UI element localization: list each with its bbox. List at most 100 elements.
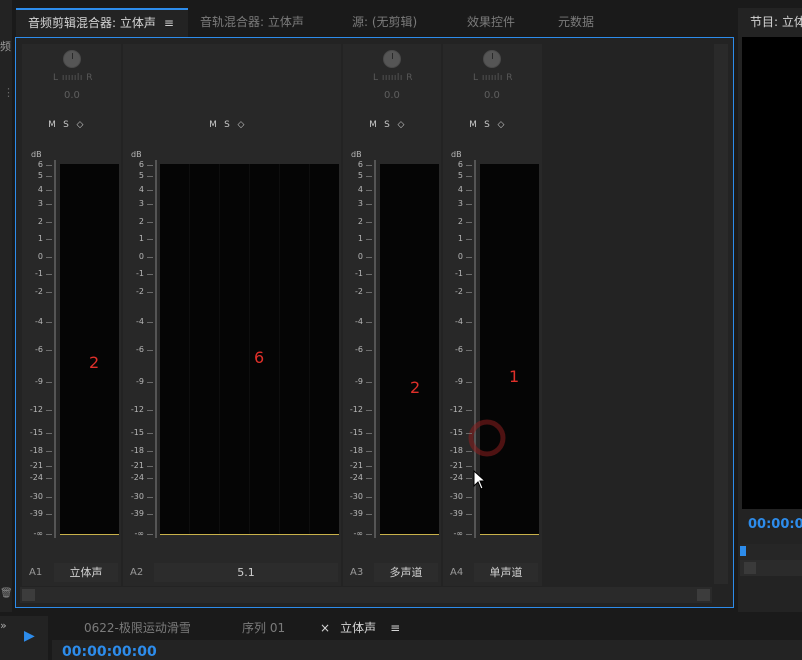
db-scale-label-a1: -15	[29, 428, 43, 437]
scroll-left-cap[interactable]	[22, 589, 35, 601]
db-tick-a2	[147, 466, 153, 467]
db-tick-a3	[366, 190, 372, 191]
db-label-a2: dB	[131, 150, 142, 159]
db-tick-a2	[147, 257, 153, 258]
db-tick-a1	[46, 497, 52, 498]
db-scale-label-a4: 0	[457, 252, 463, 261]
db-tick-a2	[147, 497, 153, 498]
db-tick-a4	[466, 410, 472, 411]
db-scale-label-a3: 2	[357, 217, 363, 226]
track-name-a2: 5.1	[154, 563, 338, 582]
trash-icon[interactable]: 🗑	[0, 588, 13, 599]
program-time-ruler[interactable]	[740, 544, 802, 560]
db-scale-label-a4: -1	[455, 269, 463, 278]
db-scale-label-a4: 6	[457, 160, 463, 169]
left-panel-grip-icon[interactable]: ⋮	[3, 86, 14, 99]
mute-button-a2[interactable]: M	[206, 120, 220, 130]
db-scale-label-a1: -12	[29, 405, 43, 414]
program-video-area	[742, 37, 802, 509]
db-tick-a3	[366, 257, 372, 258]
db-tick-a4	[466, 204, 472, 205]
tab-source[interactable]: 源: (无剪辑)	[352, 8, 417, 37]
fader-track-a3[interactable]	[374, 160, 376, 538]
db-scale-label-a4: -21	[449, 461, 463, 470]
keyframe-button-a1[interactable]: ◇	[73, 120, 87, 130]
tab-metadata[interactable]: 元数据	[558, 8, 594, 37]
timeline-timecode[interactable]: 00:00:00:00	[62, 644, 157, 660]
mute-button-a1[interactable]: M	[45, 120, 59, 130]
tab-effect-controls[interactable]: 效果控件	[467, 8, 515, 37]
tab-audio-clip-mixer[interactable]: 音频剪辑混合器: 立体声 ≡	[16, 8, 188, 37]
db-scale-label-a1: 5	[37, 171, 43, 180]
vertical-scrollbar[interactable]	[714, 44, 728, 584]
program-timecode[interactable]: 00:00:00	[748, 517, 802, 532]
keyframe-button-a3[interactable]: ◇	[394, 120, 408, 130]
close-icon[interactable]: ×	[320, 621, 330, 635]
db-scale-label-a1: 4	[37, 185, 43, 194]
db-scale-label-a2: 0	[138, 252, 144, 261]
annotation-a2: 6	[254, 348, 265, 367]
db-tick-a4	[466, 239, 472, 240]
db-tick-a2	[147, 165, 153, 166]
db-tick-a1	[46, 534, 52, 535]
tab-sequence-01[interactable]: 序列 01	[242, 616, 285, 640]
db-tick-a3	[366, 410, 372, 411]
db-tick-a3	[366, 497, 372, 498]
solo-button-a2[interactable]: S	[220, 120, 234, 130]
mute-button-a3[interactable]: M	[366, 120, 380, 130]
keyframe-button-a4[interactable]: ◇	[494, 120, 508, 130]
db-scale-label-a3: -4	[355, 317, 363, 326]
db-scale-label-a2: -9	[136, 377, 144, 386]
db-label-a4: dB	[451, 150, 462, 159]
db-scale-label-a4: -24	[449, 473, 463, 482]
db-tick-a2	[147, 382, 153, 383]
db-tick-a1	[46, 222, 52, 223]
horizontal-scrollbar[interactable]	[20, 587, 712, 603]
playhead-icon[interactable]	[740, 546, 746, 556]
pan-knob-a1[interactable]	[63, 50, 81, 68]
db-tick-a4	[466, 534, 472, 535]
db-scale-label-a2: 1	[138, 234, 144, 243]
tab-sequence-stereo[interactable]: × 立体声 ≡	[320, 616, 400, 640]
pan-knob-a4[interactable]	[483, 50, 501, 68]
db-scale-label-a1: -24	[29, 473, 43, 482]
solo-button-a4[interactable]: S	[480, 120, 494, 130]
db-tick-a4	[466, 322, 472, 323]
annotation-a3: 2	[410, 378, 421, 397]
db-tick-a1	[46, 204, 52, 205]
scroll-right-cap[interactable]	[697, 589, 710, 601]
db-tick-a3	[366, 350, 372, 351]
db-scale-label-a3: -30	[349, 492, 363, 501]
tab-program-monitor[interactable]: 节目: 立体声	[738, 8, 802, 37]
solo-button-a1[interactable]: S	[59, 120, 73, 130]
selection-tool-icon[interactable]: ▶	[24, 628, 35, 644]
db-scale-label-a4: -4	[455, 317, 463, 326]
db-tick-a1	[46, 433, 52, 434]
keyframe-button-a2[interactable]: ◇	[234, 120, 248, 130]
panel-menu-icon[interactable]: ≡	[390, 621, 400, 635]
db-scale-label-a2: -30	[130, 492, 144, 501]
db-tick-a2	[147, 451, 153, 452]
db-scale-label-a4: 1	[457, 234, 463, 243]
db-scale-label-a2: -6	[136, 345, 144, 354]
db-tick-a4	[466, 466, 472, 467]
mute-button-a4[interactable]: M	[466, 120, 480, 130]
db-tick-a1	[46, 190, 52, 191]
panel-menu-icon[interactable]: ≡	[164, 16, 174, 30]
track-name-a3: 多声道	[374, 563, 438, 582]
tab-sequence-extreme-ski[interactable]: 0622-极限运动滑雪	[84, 616, 191, 640]
pan-knob-a3[interactable]	[383, 50, 401, 68]
db-scale-label-a4: 3	[457, 199, 463, 208]
db-scale-label-a1: -30	[29, 492, 43, 501]
tools-overflow-icon[interactable]: »	[0, 619, 7, 632]
program-zoom-bar[interactable]	[740, 560, 802, 576]
tab-audio-track-mixer[interactable]: 音轨混合器: 立体声	[200, 8, 304, 37]
fader-track-a1[interactable]	[54, 160, 56, 538]
db-tick-a2	[147, 222, 153, 223]
db-tick-a1	[46, 274, 52, 275]
db-scale-label-a4: -39	[449, 509, 463, 518]
fader-track-a2[interactable]	[155, 160, 157, 538]
solo-button-a3[interactable]: S	[380, 120, 394, 130]
pan-lr-label-a1: L ııııılı R	[53, 73, 93, 83]
db-scale-label-a4: 2	[457, 217, 463, 226]
